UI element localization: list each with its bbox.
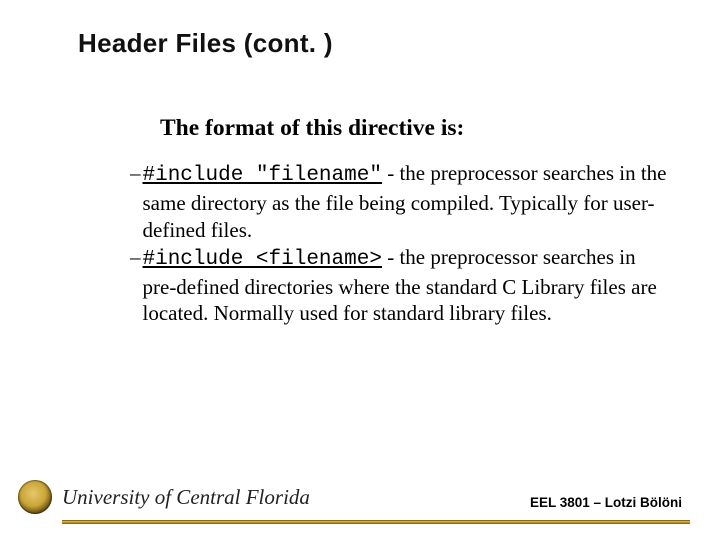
footer-course: EEL 3801 – Lotzi Bölöni — [530, 495, 682, 510]
list-item: – #include <filename> - the preprocessor… — [130, 244, 670, 328]
slide-subtitle: The format of this directive is: — [160, 115, 464, 142]
ucf-crest-icon — [18, 480, 52, 514]
bullet-dash: – — [130, 160, 143, 244]
university-name: University of Central Florida — [62, 485, 310, 510]
bullet-dash: – — [130, 244, 143, 328]
slide-body: – #include "filename" - the preprocessor… — [130, 160, 670, 327]
code-snippet: #include "filename" — [143, 164, 382, 187]
bullet-text: #include "filename" - the preprocessor s… — [143, 160, 671, 244]
list-item: – #include "filename" - the preprocessor… — [130, 160, 670, 244]
slide-title: Header Files (cont. ) — [78, 28, 333, 59]
bullet-text: #include <filename> - the preprocessor s… — [143, 244, 671, 328]
code-snippet: #include <filename> — [143, 248, 382, 271]
slide: Header Files (cont. ) The format of this… — [0, 0, 720, 540]
footer-divider — [62, 520, 690, 524]
footer-left: University of Central Florida — [18, 480, 310, 514]
